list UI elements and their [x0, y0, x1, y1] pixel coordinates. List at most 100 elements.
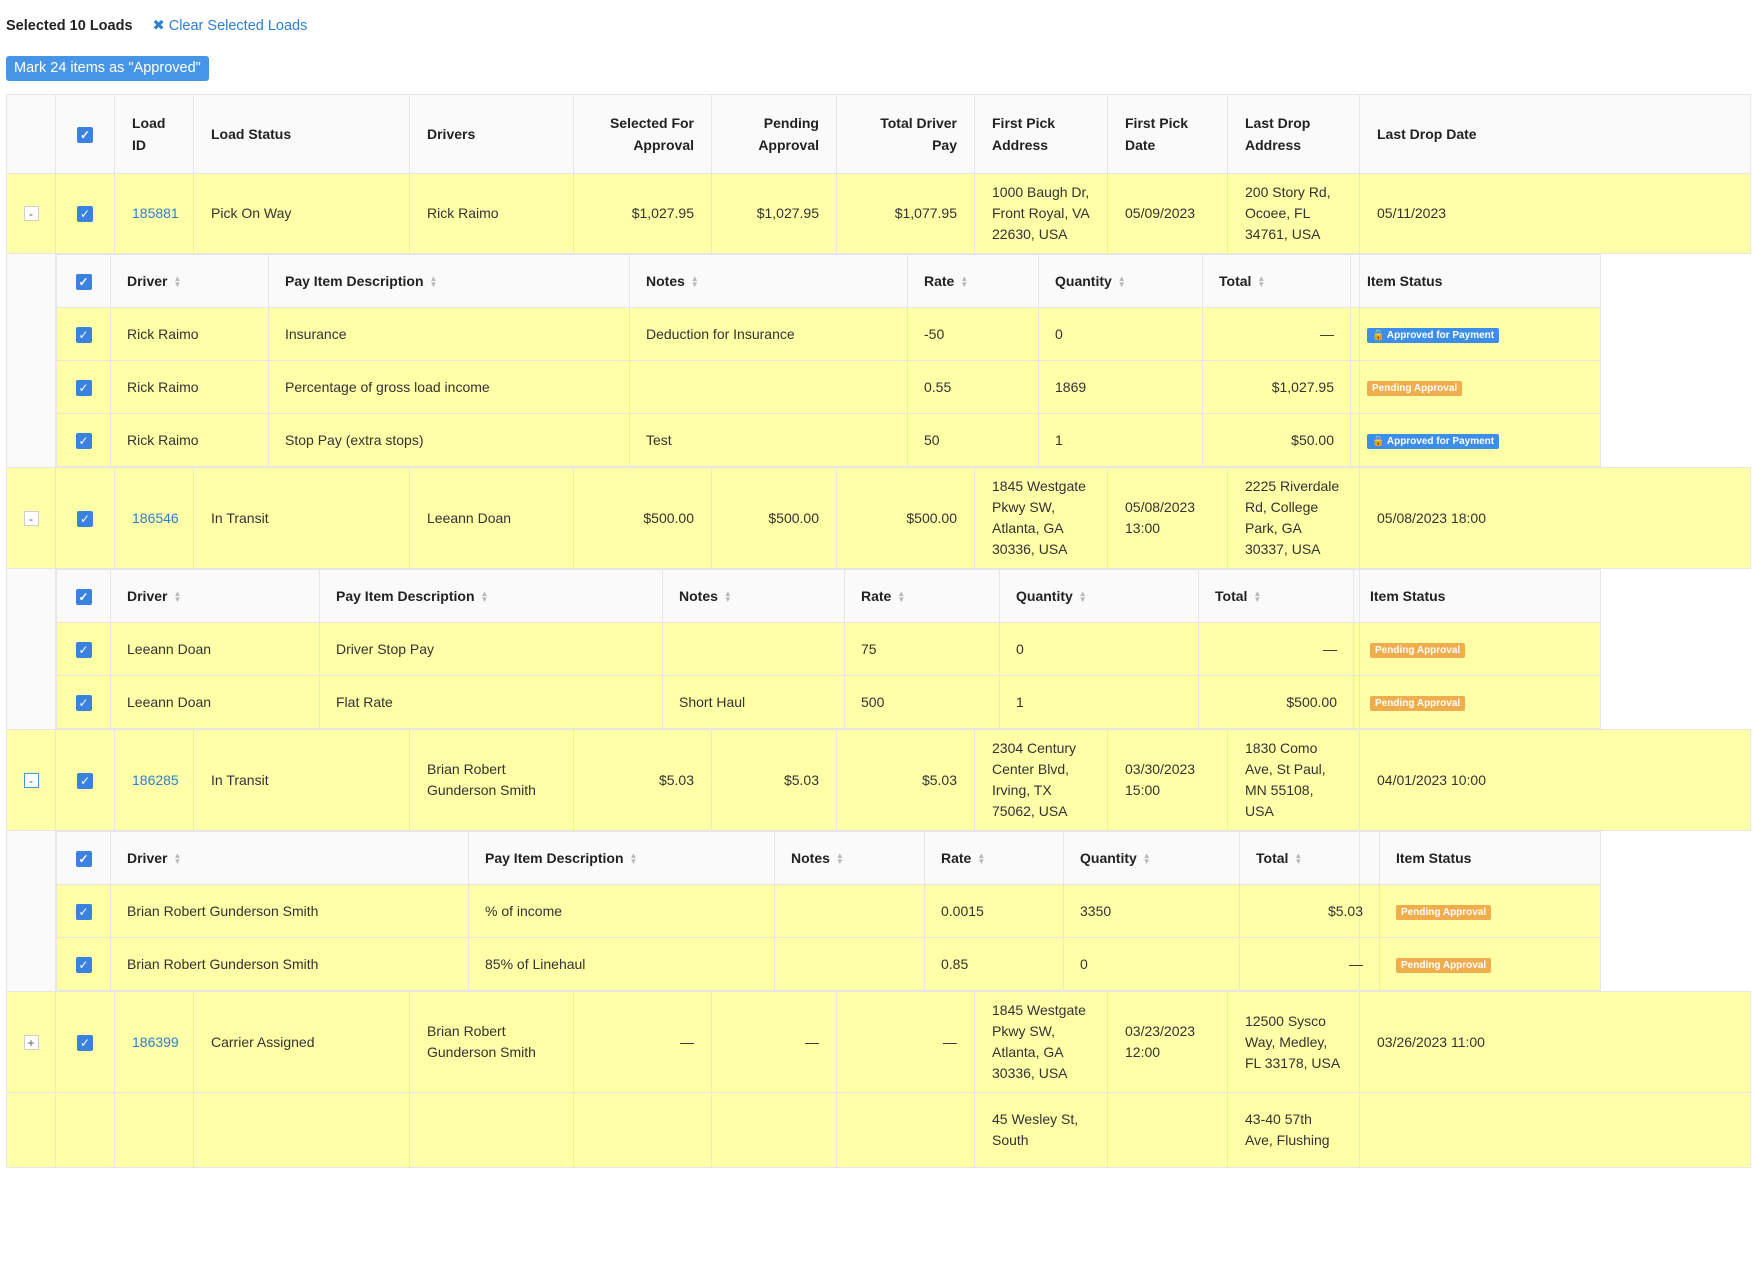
sub-col-driver[interactable]: Driver ▲ ▼ [110, 569, 320, 623]
pay-items-select-all-checkbox[interactable]: ✓ [75, 588, 92, 605]
sort-icon[interactable]: ▲ ▼ [691, 275, 699, 289]
sub-col-notes[interactable]: Notes ▲ ▼ [662, 569, 845, 623]
sort-icon[interactable]: ▲ ▼ [1118, 275, 1126, 289]
pay-items-container: ✓ Driver ▲ ▼ Pay Item Description ▲ ▼ Notes ▲ ▼ Ra… [55, 830, 1601, 992]
sub-col-quantity[interactable]: Quantity ▲ ▼ [1063, 831, 1240, 885]
pay-item-row[interactable]: ✓ Leeann Doan Flat Rate Short Haul 500 1 $500.… [56, 675, 1601, 729]
clear-selected-label: Clear Selected Loads [168, 18, 308, 34]
expand-toggle-button[interactable]: - [23, 206, 39, 221]
sub-col-quantity[interactable]: Quantity ▲ ▼ [1038, 254, 1203, 308]
sub-col-notes[interactable]: Notes ▲ ▼ [774, 831, 925, 885]
pay-items-select-all-cell: ✓ [56, 254, 111, 308]
sort-icon[interactable]: ▲ ▼ [1253, 590, 1261, 604]
load-row[interactable]: - ✓ 185881 Pick On Way Rick Raimo $1,027.95 $1… [6, 173, 1751, 254]
load-id-link[interactable]: 186546 [132, 510, 179, 526]
col-drivers[interactable]: Drivers [409, 94, 574, 174]
sort-icon[interactable]: ▲ ▼ [173, 852, 181, 866]
pay-item-quantity: 0 [999, 622, 1199, 676]
sort-icon[interactable]: ▲ ▼ [977, 852, 985, 866]
sort-icon[interactable]: ▲ ▼ [960, 275, 968, 289]
sub-col-rate[interactable]: Rate ▲ ▼ [924, 831, 1064, 885]
pay-items-header-row: ✓ Driver ▲ ▼ Pay Item Description ▲ ▼ Notes ▲ ▼ Ra… [56, 831, 1601, 885]
load-id-link[interactable]: 186285 [132, 772, 179, 788]
sub-col-pay-item-description[interactable]: Pay Item Description ▲ ▼ [319, 569, 663, 623]
pay-item-checkbox[interactable]: ✓ [75, 641, 92, 658]
sub-col-driver[interactable]: Driver ▲ ▼ [110, 254, 269, 308]
sort-icon[interactable]: ▲ ▼ [430, 275, 438, 289]
pay-item-checkbox[interactable]: ✓ [75, 694, 92, 711]
expand-cell [6, 1092, 56, 1168]
pay-item-row[interactable]: ✓ Brian Robert Gunderson Smith 85% of Line… [56, 937, 1601, 991]
col-load-id[interactable]: Load ID [114, 94, 194, 174]
row-checkbox[interactable]: ✓ [77, 510, 93, 527]
sub-col-notes[interactable]: Notes ▲ ▼ [629, 254, 908, 308]
col-last-drop-address[interactable]: Last Drop Address [1227, 94, 1360, 174]
col-last-drop-date[interactable]: Last Drop Date [1359, 94, 1751, 174]
expand-toggle-button[interactable]: - [23, 510, 39, 526]
pay-item-quantity: 1 [1038, 413, 1203, 467]
mark-approved-button[interactable]: Mark 24 items as "Approved" [6, 56, 209, 81]
pay-item-checkbox[interactable]: ✓ [75, 379, 92, 396]
load-id-link[interactable]: 185881 [132, 205, 179, 221]
sort-icon[interactable]: ▲ ▼ [836, 852, 844, 866]
sort-icon[interactable]: ▲ ▼ [481, 590, 489, 604]
clear-selected-link[interactable]: ✖ Clear Selected Loads [153, 18, 308, 34]
pay-items-select-all-checkbox[interactable]: ✓ [75, 850, 92, 867]
pay-items-select-all-checkbox[interactable]: ✓ [75, 273, 92, 290]
expand-toggle-button[interactable]: + [23, 1034, 39, 1050]
sort-icon[interactable]: ▲ ▼ [1143, 852, 1151, 866]
sub-col-pay-item-description[interactable]: Pay Item Description ▲ ▼ [268, 254, 630, 308]
load-id-link[interactable]: 186399 [132, 1034, 179, 1050]
sub-col-item-status[interactable]: Item Status [1350, 254, 1601, 308]
sub-col-pay-item-description-label: Pay Item Description [485, 850, 624, 866]
row-checkbox[interactable]: ✓ [77, 206, 93, 222]
sort-icon[interactable]: ▲ ▼ [724, 590, 732, 604]
pay-item-row[interactable]: ✓ Rick Raimo Stop Pay (extra stops) Test 50 1… [56, 413, 1601, 467]
sub-col-driver[interactable]: Driver ▲ ▼ [110, 831, 469, 885]
sub-col-quantity[interactable]: Quantity ▲ ▼ [999, 569, 1199, 623]
pay-item-row[interactable]: ✓ Brian Robert Gunderson Smith% of income… [56, 884, 1601, 938]
sub-col-total[interactable]: Total ▲ ▼ [1239, 831, 1380, 885]
sub-col-pay-item-description[interactable]: Pay Item Description ▲ ▼ [468, 831, 775, 885]
sub-col-driver-label: Driver [127, 850, 168, 866]
select-all-checkbox[interactable]: ✓ [77, 127, 93, 143]
selected-for-approval: — [573, 991, 712, 1093]
col-selected-for-approval[interactable]: Selected For Approval [573, 94, 712, 174]
pay-item-row[interactable]: ✓ Leeann Doan Driver Stop Pay 75 0— Pending A… [56, 622, 1601, 676]
sub-col-rate[interactable]: Rate ▲ ▼ [844, 569, 1000, 623]
pay-item-checkbox[interactable]: ✓ [75, 956, 92, 973]
load-row[interactable]: 45 Wesley St, South 43-40 57th Ave, Flush… [6, 1092, 1751, 1168]
load-status: In Transit [193, 729, 410, 831]
sort-icon[interactable]: ▲ ▼ [630, 852, 638, 866]
sort-icon[interactable]: ▲ ▼ [173, 590, 181, 604]
pay-item-checkbox[interactable]: ✓ [75, 326, 92, 343]
sub-col-item-status[interactable]: Item Status [1353, 569, 1601, 623]
sub-col-rate[interactable]: Rate ▲ ▼ [907, 254, 1039, 308]
pay-item-row[interactable]: ✓ Rick Raimo Percentage of gross load inco… [56, 360, 1601, 414]
col-load-status[interactable]: Load Status [193, 94, 410, 174]
sub-col-item-status[interactable]: Item Status [1379, 831, 1601, 885]
pay-item-notes: Deduction for Insurance [629, 307, 908, 361]
sub-col-total[interactable]: Total ▲ ▼ [1202, 254, 1351, 308]
load-row[interactable]: + ✓ 186399 Carrier Assigned Brian Robert Gun… [6, 991, 1751, 1093]
row-checkbox[interactable]: ✓ [77, 1034, 93, 1051]
row-checkbox[interactable]: ✓ [77, 772, 93, 789]
pay-item-checkbox[interactable]: ✓ [75, 432, 92, 449]
sort-icon[interactable]: ▲ ▼ [173, 275, 181, 289]
sort-icon[interactable]: ▲ ▼ [1257, 275, 1265, 289]
sort-icon[interactable]: ▲ ▼ [897, 590, 905, 604]
col-pending-approval[interactable]: Pending Approval [711, 94, 837, 174]
sort-icon[interactable]: ▲ ▼ [1079, 590, 1087, 604]
pay-item-total: $50.00 [1202, 413, 1351, 467]
sort-icon[interactable]: ▲ ▼ [1294, 852, 1302, 866]
expand-toggle-button[interactable]: - [23, 772, 39, 788]
expand-cell: - [6, 467, 56, 569]
pay-item-row[interactable]: ✓ Rick Raimo Insurance Deduction for Insura… [56, 307, 1601, 361]
col-first-pick-date[interactable]: First Pick Date [1107, 94, 1228, 174]
load-row[interactable]: - ✓ 186546 In Transit Leeann Doan $500.00 $500… [6, 467, 1751, 569]
col-total-driver-pay[interactable]: Total Driver Pay [836, 94, 975, 174]
load-row[interactable]: - ✓ 186285 In Transit Brian Robert Gunderson… [6, 729, 1751, 831]
col-first-pick-address[interactable]: First Pick Address [974, 94, 1108, 174]
sub-col-total[interactable]: Total ▲ ▼ [1198, 569, 1354, 623]
pay-item-checkbox[interactable]: ✓ [75, 903, 92, 920]
